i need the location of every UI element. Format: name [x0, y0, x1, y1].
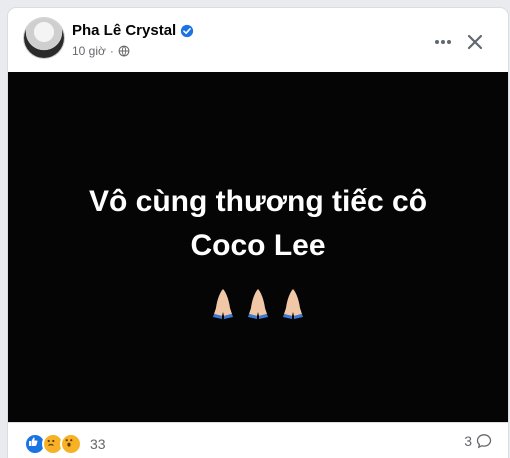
post-meta: 10 giờ ·: [72, 44, 130, 58]
more-options-button[interactable]: [427, 26, 459, 58]
author-name-row: Pha Lê Crystal: [72, 22, 194, 39]
comment-bubble-icon: [476, 434, 492, 449]
post-footer: 33 3: [8, 422, 508, 458]
close-icon: [467, 34, 483, 50]
post-header: Pha Lê Crystal 10 giờ ·: [8, 8, 508, 72]
verified-badge-icon: [181, 24, 194, 37]
comment-count: 3: [464, 433, 472, 449]
comment-summary[interactable]: 3: [464, 433, 492, 449]
author-avatar[interactable]: [24, 18, 64, 58]
praying-hands-row: [208, 286, 308, 326]
post-card: Pha Lê Crystal 10 giờ · Vô cùng thương t…: [8, 8, 508, 458]
author-name[interactable]: Pha Lê Crystal: [72, 22, 176, 39]
post-media[interactable]: Vô cùng thương tiếc cô Coco Lee: [8, 72, 508, 422]
reaction-summary[interactable]: 33: [24, 433, 106, 455]
post-time[interactable]: 10 giờ: [72, 44, 106, 58]
reaction-count[interactable]: 33: [90, 436, 106, 452]
folded-hands-emoji: [248, 289, 268, 319]
more-horizontal-icon: [435, 40, 451, 44]
post-content-text: Vô cùng thương tiếc cô Coco Lee: [88, 185, 428, 262]
wow-reaction-icon: [60, 433, 82, 455]
folded-hands-emoji: [283, 289, 303, 319]
folded-hands-emoji: [213, 289, 233, 319]
meta-separator: ·: [109, 44, 114, 58]
globe-icon[interactable]: [118, 45, 130, 57]
close-button[interactable]: [459, 26, 491, 58]
